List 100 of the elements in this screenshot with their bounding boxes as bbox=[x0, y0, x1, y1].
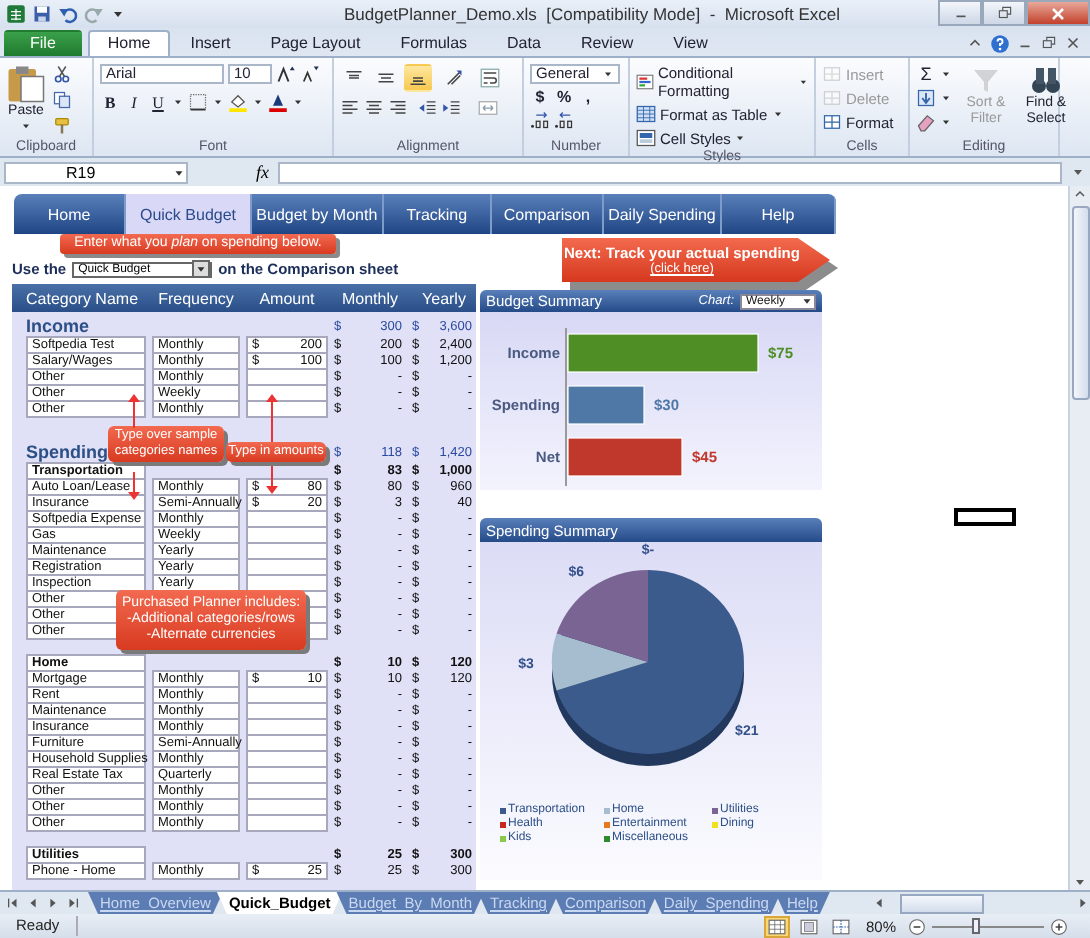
align-center-icon[interactable] bbox=[364, 98, 384, 118]
autosum-button[interactable]: Σ bbox=[916, 64, 936, 84]
increase-decimal-icon[interactable] bbox=[530, 110, 550, 130]
fill-down-icon[interactable] bbox=[916, 88, 936, 108]
fill-color-icon[interactable] bbox=[228, 92, 248, 112]
page-break-icon[interactable] bbox=[827, 915, 854, 937]
font-style-button[interactable]: U bbox=[148, 92, 168, 112]
align-right-icon[interactable] bbox=[388, 98, 408, 118]
pointer-arrow bbox=[128, 394, 140, 428]
nav-tab[interactable]: Comparison bbox=[491, 194, 604, 234]
number-format-button[interactable]: $ bbox=[530, 88, 550, 106]
next-sheet-icon[interactable] bbox=[46, 896, 60, 910]
align-left-icon[interactable] bbox=[340, 98, 360, 118]
restore-button[interactable] bbox=[982, 0, 1026, 26]
help-icon[interactable] bbox=[990, 33, 1010, 53]
save-icon[interactable] bbox=[32, 4, 52, 24]
zoom-in-icon[interactable] bbox=[1050, 917, 1068, 935]
selected-cell[interactable] bbox=[954, 508, 1016, 526]
copy-icon[interactable] bbox=[52, 90, 72, 110]
scroll-thumb[interactable] bbox=[900, 893, 984, 913]
ribbon-tab[interactable]: Home bbox=[87, 30, 171, 56]
scroll-thumb[interactable] bbox=[1071, 206, 1089, 400]
table-cell bbox=[246, 400, 328, 418]
ribbon-tab[interactable]: Review bbox=[560, 30, 654, 56]
paste-icon[interactable] bbox=[6, 64, 46, 104]
normal-view-icon[interactable] bbox=[763, 915, 790, 937]
undo-icon[interactable] bbox=[58, 4, 78, 24]
formula-input[interactable] bbox=[277, 161, 1062, 183]
table-icon[interactable] bbox=[636, 104, 656, 124]
last-sheet-icon[interactable] bbox=[66, 896, 80, 910]
cell-styles-icon[interactable] bbox=[636, 128, 656, 148]
orientation-icon[interactable] bbox=[444, 68, 464, 88]
caret-icon[interactable] bbox=[292, 96, 304, 108]
ribbon-tab[interactable]: File bbox=[4, 30, 82, 56]
decrease-decimal-icon[interactable] bbox=[554, 110, 574, 130]
grow-font-icon[interactable] bbox=[276, 64, 296, 84]
nav-tab[interactable]: Tracking bbox=[383, 194, 492, 234]
number-format-button[interactable]: , bbox=[578, 88, 598, 106]
first-sheet-icon[interactable] bbox=[6, 896, 20, 910]
nav-tab[interactable]: Help bbox=[721, 194, 836, 234]
caret-icon[interactable] bbox=[212, 96, 224, 108]
caret-icon[interactable] bbox=[252, 96, 264, 108]
expand-icon[interactable] bbox=[1070, 164, 1086, 180]
section-title: Income bbox=[26, 316, 90, 336]
nav-tab[interactable]: Quick Budget bbox=[126, 194, 252, 234]
caret-icon[interactable] bbox=[172, 96, 184, 108]
window-title: BudgetPlanner_Demo.xls [Compatibility Mode] - Microsoft Excel bbox=[341, 4, 842, 24]
spreadsheet-icon[interactable] bbox=[6, 4, 26, 24]
format-painter-icon[interactable] bbox=[52, 116, 72, 136]
bar bbox=[567, 385, 645, 425]
increase-indent-icon[interactable] bbox=[442, 98, 462, 118]
caret-icon[interactable] bbox=[172, 165, 186, 179]
close-icon[interactable] bbox=[1064, 34, 1082, 52]
shrink-font-icon[interactable] bbox=[300, 64, 320, 84]
font-style-button[interactable]: I bbox=[124, 92, 144, 112]
borders-icon[interactable] bbox=[188, 92, 208, 112]
name-box[interactable]: R19 bbox=[4, 161, 188, 183]
column-header: Category Name bbox=[26, 289, 141, 307]
ribbon-tab[interactable]: Data bbox=[487, 30, 561, 56]
zoom-out-icon[interactable] bbox=[908, 917, 926, 935]
nav-tab[interactable]: Daily Spending bbox=[603, 194, 722, 234]
number-format-button[interactable]: % bbox=[554, 88, 574, 106]
conditional-formatting-icon[interactable] bbox=[636, 72, 654, 92]
scroll-up-icon[interactable] bbox=[1072, 186, 1088, 202]
pointer-arrow bbox=[266, 466, 278, 494]
section-title: Spending bbox=[26, 442, 108, 462]
caret-icon[interactable] bbox=[797, 76, 808, 88]
font-style-button[interactable]: B bbox=[100, 92, 120, 112]
ribbon-tab[interactable]: Insert bbox=[170, 30, 251, 56]
close-button[interactable] bbox=[1026, 0, 1090, 26]
ribbon-tab[interactable]: Page Layout bbox=[250, 30, 381, 56]
table-cell bbox=[246, 814, 328, 832]
caret-icon[interactable] bbox=[20, 120, 32, 132]
format-icon[interactable] bbox=[822, 112, 842, 132]
align-bottom-icon[interactable] bbox=[404, 64, 432, 92]
close-icon bbox=[1048, 3, 1068, 23]
caret-icon[interactable] bbox=[110, 6, 126, 22]
insert-function-button[interactable]: fx bbox=[256, 162, 269, 182]
pointer-arrow bbox=[128, 472, 140, 500]
eraser-icon[interactable] bbox=[916, 112, 936, 132]
wrap-text-icon[interactable] bbox=[480, 68, 500, 88]
scroll-right-icon[interactable] bbox=[1076, 896, 1090, 910]
ribbon-tab[interactable]: View bbox=[653, 30, 728, 56]
caret-icon[interactable] bbox=[771, 108, 784, 120]
column-header: Frequency bbox=[156, 289, 236, 307]
caret-icon[interactable] bbox=[734, 132, 747, 144]
zoom-slider[interactable] bbox=[972, 917, 981, 933]
ribbon-tab[interactable]: Formulas bbox=[380, 30, 488, 56]
binoculars-icon[interactable] bbox=[1030, 64, 1062, 96]
decrease-indent-icon[interactable] bbox=[418, 98, 438, 118]
caret-icon[interactable] bbox=[602, 68, 614, 80]
page-layout-icon[interactable] bbox=[795, 915, 822, 937]
previous-sheet-icon[interactable] bbox=[26, 896, 40, 910]
restore-icon[interactable] bbox=[1040, 34, 1058, 52]
font-color-icon[interactable] bbox=[268, 92, 288, 112]
scroll-left-icon[interactable] bbox=[872, 896, 886, 910]
cut-icon[interactable] bbox=[52, 64, 72, 84]
caret-icon[interactable] bbox=[800, 294, 814, 308]
column-header: Amount bbox=[257, 289, 317, 307]
dropdown-icon[interactable] bbox=[192, 260, 211, 278]
